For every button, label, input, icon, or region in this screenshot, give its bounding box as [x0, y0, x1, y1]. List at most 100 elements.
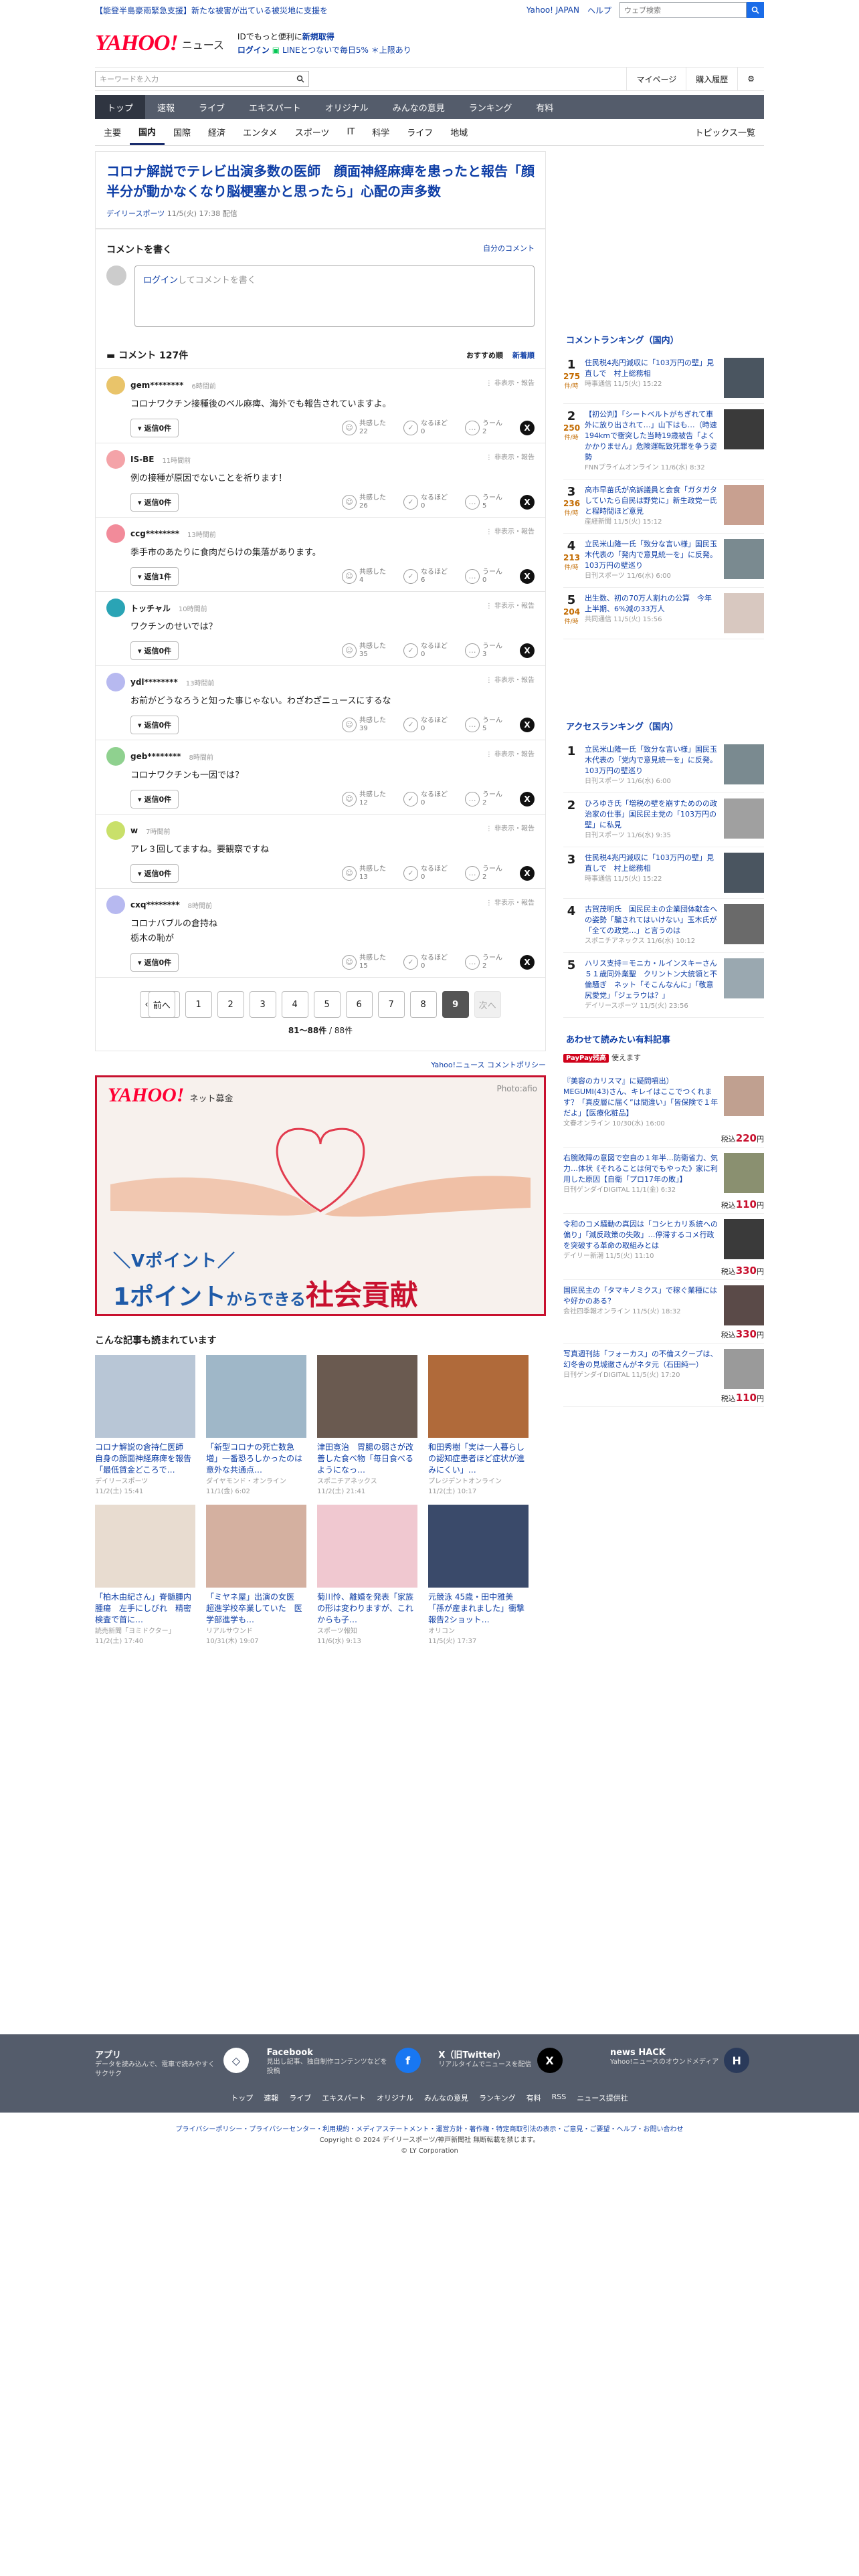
pager-page-9[interactable]: 9	[442, 991, 469, 1018]
learn-button[interactable]: ✓ なるほど 0	[403, 717, 448, 733]
gnav-item-5[interactable]: みんなの意見	[381, 95, 457, 119]
commenter-name[interactable]: IS-BE	[130, 455, 154, 464]
x-share-icon[interactable]: X	[520, 495, 535, 510]
hide-report-link[interactable]: ⋮ 非表示・報告	[486, 526, 535, 536]
ranking-item[interactable]: 3 住民税4兆円減収に「103万円の壁」見直しで 村上総務相 時事通信 11/5(火…	[563, 847, 764, 899]
ranking-item[interactable]: 5 204 件/時 出生数、初の70万人割れの公算 今年上半期、6%減の33万人 共同通…	[563, 588, 764, 639]
paid-article[interactable]: 写真週刊誌「フォーカス」の不倫スクープは、幻冬舎の見城徹さんがネタ元（石田純一）…	[563, 1344, 764, 1407]
comment-input[interactable]: ログインしてコメントを書く	[134, 265, 535, 327]
rec-title[interactable]: 元競泳 45歳・田中雅美「孫が産まれました」衝撃報告2ショット…	[428, 1592, 529, 1626]
ranking-item[interactable]: 2 250 件/時 【初公判】「シートベルトがちぎれて車外に放り出されて…」山下はも……	[563, 404, 764, 479]
paid-title[interactable]: 国民民主の「タマキノミクス」で稼ぐ業種にはや好かのある？	[563, 1285, 719, 1307]
footer-app-link[interactable]: Facebook 見出し記事、独自制作コンテンツなどを投稿 f	[267, 2048, 421, 2079]
site-logo[interactable]: YAHOO! ニュース	[95, 32, 224, 55]
ranking-item[interactable]: 4 古賀茂明氏 国民民主の企業団体献金への姿勢「騙されてはいけない」玉木氏が「全て…	[563, 899, 764, 953]
web-search-button[interactable]	[747, 2, 764, 18]
footer-nav-item-2[interactable]: ライブ	[289, 2092, 311, 2103]
rec-article-card[interactable]: 「新型コロナの死亡数急増」一番恐ろしかったのは意外な共通点… ダイヤモンド・オンラ…	[206, 1355, 306, 1497]
rec-title[interactable]: 津田寛治 胃腸の弱さが改善した食べ物「毎日食べるようになっ…	[317, 1442, 417, 1477]
commenter-avatar[interactable]	[106, 376, 125, 395]
article-source[interactable]: デイリースポーツ	[106, 209, 165, 218]
agree-button[interactable]: ☺ 共感した 26	[342, 494, 386, 510]
paid-title[interactable]: 『美容のカリスマ』に疑問噴出）MEGUMI(43)さん、キレイはここでつくれます…	[563, 1076, 719, 1119]
agree-button[interactable]: ☺ 共感した 4	[342, 568, 386, 584]
commenter-avatar[interactable]	[106, 599, 125, 617]
x-share-icon[interactable]: X	[520, 569, 535, 584]
rank-thumbnail[interactable]	[724, 744, 764, 784]
rec-title[interactable]: 「ミヤネ屋」出演の女医 超進学校卒業していた 医学部進学も…	[206, 1592, 306, 1626]
footer-nav-item-0[interactable]: トップ	[231, 2092, 253, 2103]
footer-app-link[interactable]: X（旧Twitter） リアルタイムでニュースを配信 X	[438, 2048, 592, 2079]
rank-title[interactable]: 高市早苗氏が高訴議員と会食「ガタガタしていたら自民は野党に」新生政党一氏と程時間…	[585, 485, 719, 517]
learn-button[interactable]: ✓ なるほど 0	[403, 643, 448, 659]
signup-link[interactable]: 新規取得	[302, 32, 335, 41]
hide-report-link[interactable]: ⋮ 非表示・報告	[486, 823, 535, 833]
ranking-item[interactable]: 1 275 件/時 住民税4兆円減収に「103万円の壁」見直しで 村上総務相 時事通信 …	[563, 352, 764, 404]
commenter-name[interactable]: ccg********	[130, 529, 179, 538]
rec-thumbnail[interactable]	[317, 1355, 417, 1438]
comment-login-link[interactable]: ログイン	[143, 276, 178, 286]
yahoo-japan-link[interactable]: Yahoo! JAPAN	[527, 5, 579, 15]
paid-article[interactable]: 令和のコメ騒動の真因は「コシヒカリ系統への偏り」「減反政策の失敗」…停滞するコメ…	[563, 1214, 764, 1280]
rank-title[interactable]: 出生数、初の70万人割れの公算 今年上半期、6%減の33万人	[585, 593, 719, 615]
rank-thumbnail[interactable]	[724, 593, 764, 633]
ranking-item[interactable]: 5 ハリス支持＝モニカ・ルインスキーさん５１歳同外業聖 クリントン大統領と不倫騒ぎ…	[563, 953, 764, 1018]
snav-item-8[interactable]: ライフ	[398, 119, 442, 145]
rank-title[interactable]: 古賀茂明氏 国民民主の企業団体献金への姿勢「騙されてはいけない」玉木氏が「全ての…	[585, 904, 719, 936]
rec-thumbnail[interactable]	[95, 1505, 195, 1588]
gnav-item-4[interactable]: オリジナル	[313, 95, 381, 119]
rec-title[interactable]: 菊川怜、離婚を発表「家族の形は変わりますが、これからも子…	[317, 1592, 417, 1626]
rank-title[interactable]: 立民米山隆一氏「致分な言い様」国民玉木代表の「党内で意見統一を」に反発。103万…	[585, 744, 719, 776]
article-title[interactable]: コロナ解説でテレビ出演多数の医師 顔面神経麻痺を患ったと報告「顔半分が動かなくな…	[106, 161, 535, 201]
hmm-button[interactable]: … うーん 0	[465, 568, 502, 584]
footer-nav-item-1[interactable]: 速報	[264, 2092, 278, 2103]
commenter-avatar[interactable]	[106, 895, 125, 914]
learn-button[interactable]: ✓ なるほど 6	[403, 568, 448, 584]
snav-item-4[interactable]: エンタメ	[234, 119, 286, 145]
rec-title[interactable]: コロナ解説の倉持仁医師 自身の顔面神経麻痺を報告「最低賃金どころで…	[95, 1442, 195, 1477]
paid-thumbnail[interactable]	[724, 1349, 764, 1389]
rec-article-card[interactable]: 元競泳 45歳・田中雅美「孫が産まれました」衝撃報告2ショット… オリコン 11/5…	[428, 1505, 529, 1646]
reply-toggle[interactable]: ▾ 返信0件	[130, 864, 179, 883]
learn-button[interactable]: ✓ なるほど 0	[403, 954, 448, 970]
rank-title[interactable]: 住民税4兆円減収に「103万円の壁」見直しで 村上総務相	[585, 358, 719, 379]
x-share-icon[interactable]: X	[520, 643, 535, 658]
commenter-name[interactable]: w	[130, 826, 138, 835]
pager-page-2[interactable]: 2	[217, 991, 244, 1018]
hmm-button[interactable]: … うーん 2	[465, 420, 502, 436]
hide-report-link[interactable]: ⋮ 非表示・報告	[486, 600, 535, 610]
rank-title[interactable]: ひろゆき氏「増税の壁を崩すためのの政治家の仕事」国民民主党の「103万円の壁」に…	[585, 798, 719, 831]
reply-toggle[interactable]: ▾ 返信1件	[130, 567, 179, 586]
rec-thumbnail[interactable]	[428, 1505, 529, 1588]
rank-title[interactable]: ハリス支持＝モニカ・ルインスキーさん５１歳同外業聖 クリントン大統領と不倫騒ぎ …	[585, 958, 719, 1001]
login-link[interactable]: ログイン	[237, 45, 270, 55]
rank-thumbnail[interactable]	[724, 358, 764, 398]
commenter-avatar[interactable]	[106, 747, 125, 766]
paid-thumbnail[interactable]	[724, 1153, 764, 1193]
learn-button[interactable]: ✓ なるほど 0	[403, 865, 448, 881]
commenter-avatar[interactable]	[106, 524, 125, 543]
x-share-icon[interactable]: X	[520, 792, 535, 807]
pager-page-6[interactable]: 6	[345, 991, 373, 1018]
gnav-item-0[interactable]: トップ	[95, 95, 146, 119]
rec-article-card[interactable]: コロナ解説の倉持仁医師 自身の顔面神経麻痺を報告「最低賃金どころで… デイリースポ…	[95, 1355, 195, 1497]
rank-title[interactable]: 住民税4兆円減収に「103万円の壁」見直しで 村上総務相	[585, 853, 719, 874]
learn-button[interactable]: ✓ なるほど 0	[403, 791, 448, 807]
agree-button[interactable]: ☺ 共感した 13	[342, 865, 386, 881]
paid-thumbnail[interactable]	[724, 1285, 764, 1325]
reply-toggle[interactable]: ▾ 返信0件	[130, 953, 179, 972]
ranking-item[interactable]: 2 ひろゆき氏「増税の壁を崩すためのの政治家の仕事」国民民主党の「103万円の壁」…	[563, 793, 764, 847]
commenter-name[interactable]: トッチャル	[130, 603, 171, 614]
commenter-name[interactable]: geb********	[130, 752, 181, 761]
rec-thumbnail[interactable]	[206, 1505, 306, 1588]
my-comments-link[interactable]: 自分のコメント	[483, 243, 535, 256]
commenter-name[interactable]: cxq********	[130, 900, 180, 909]
hide-report-link[interactable]: ⋮ 非表示・報告	[486, 748, 535, 758]
snav-item-9[interactable]: 地域	[442, 119, 476, 145]
gnav-item-1[interactable]: 速報	[145, 95, 187, 119]
snav-item-6[interactable]: IT	[338, 119, 363, 145]
hide-report-link[interactable]: ⋮ 非表示・報告	[486, 451, 535, 461]
keyword-search[interactable]: キーワードを入力	[95, 71, 309, 87]
rec-title[interactable]: 「柏木由紀さん」脊髄腫内腫瘍 左手にしびれ 精密検査で首に…	[95, 1592, 195, 1626]
hmm-button[interactable]: … うーん 3	[465, 643, 502, 659]
